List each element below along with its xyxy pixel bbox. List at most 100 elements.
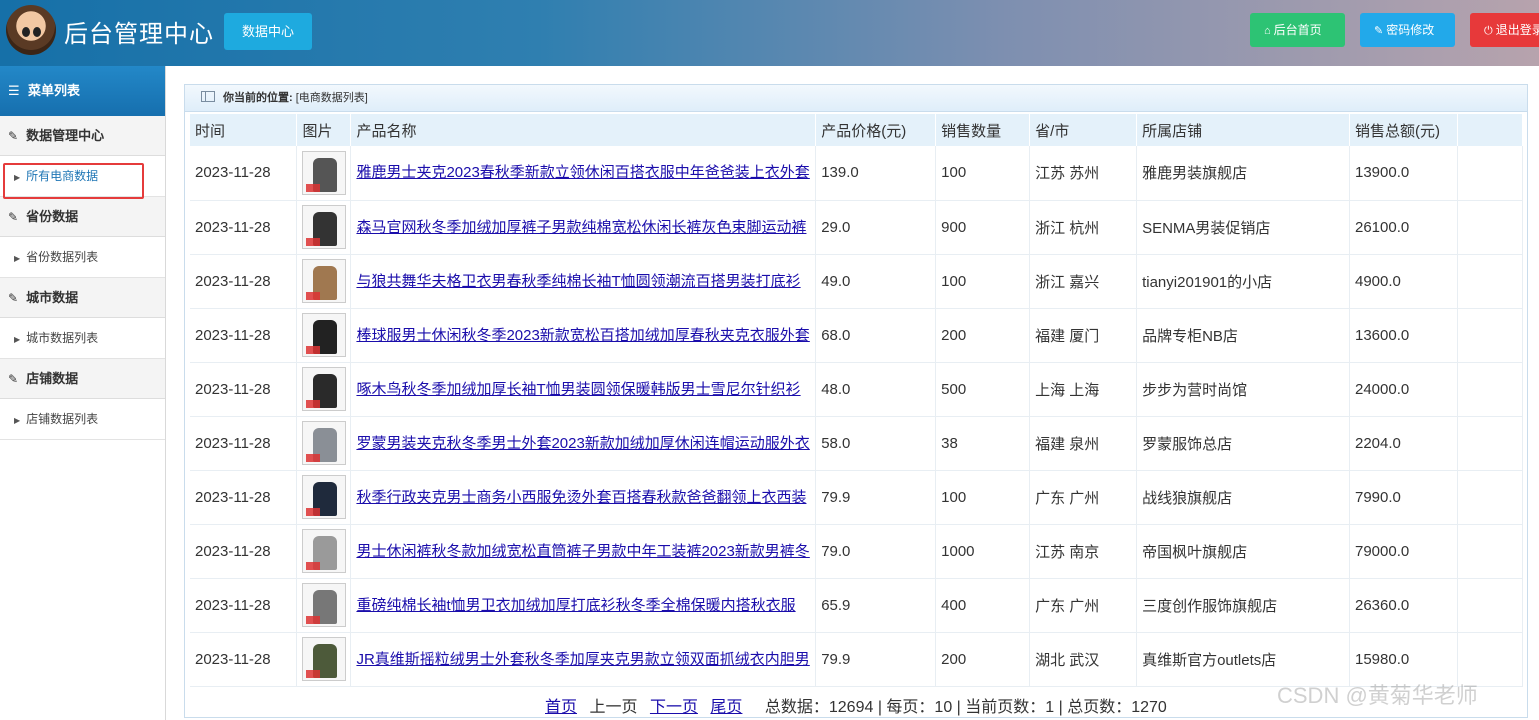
sidebar-item-city-list[interactable]: ▶ 城市数据列表: [0, 318, 165, 359]
product-thumbnail[interactable]: [302, 421, 347, 465]
wrench-icon: ✎: [1374, 25, 1384, 37]
product-name-cell[interactable]: 男士休闲裤秋冬款加绒宽松直筒裤子男款中年工装裤2023新款男裤冬: [350, 524, 817, 579]
price-cell: 139.0: [815, 146, 937, 201]
edit-icon: ✎: [8, 291, 19, 305]
list-icon: ☰: [8, 83, 20, 98]
image-cell: [296, 578, 352, 633]
product-thumbnail[interactable]: [302, 313, 347, 357]
caret-right-icon: ▶: [14, 335, 21, 344]
product-name-cell[interactable]: 重磅纯棉长袖t恤男卫衣加绒加厚打底衫秋冬季全棉保暖内搭秋衣服: [350, 578, 817, 633]
product-link[interactable]: 重磅纯棉长袖t恤男卫衣加绒加厚打底衫秋冬季全棉保暖内搭秋衣服: [356, 595, 815, 616]
product-link[interactable]: 与狼共舞华夫格卫衣男春秋季纯棉长袖T恤圆领潮流百搭男装打底衫: [356, 271, 815, 292]
product-thumbnail[interactable]: [302, 637, 347, 681]
price-cell: 49.0: [815, 254, 937, 309]
product-name-cell[interactable]: 森马官网秋冬季加绒加厚裤子男款纯棉宽松休闲长裤灰色束脚运动裤: [350, 200, 817, 255]
product-thumbnail[interactable]: [302, 583, 347, 627]
table-row: 2023-11-28 森马官网秋冬季加绒加厚裤子男款纯棉宽松休闲长裤灰色束脚运动裤…: [190, 200, 1524, 255]
date-cell: 2023-11-28: [190, 632, 298, 687]
product-thumbnail[interactable]: [302, 259, 347, 303]
region-cell: 福建 厦门: [1029, 308, 1138, 363]
product-link[interactable]: 罗蒙男装夹克秋冬季男士外套2023新款加绒加厚休闲连帽运动服外衣: [356, 433, 815, 454]
price-cell: 58.0: [815, 416, 937, 471]
table-row: 2023-11-28 啄木鸟秋冬季加绒加厚长袖T恤男装圆领保暖韩版男士雪尼尔针织衫…: [190, 362, 1524, 417]
last-page-link[interactable]: 尾页: [710, 699, 742, 716]
product-name-cell[interactable]: 啄木鸟秋冬季加绒加厚长袖T恤男装圆领保暖韩版男士雪尼尔针织衫: [350, 362, 817, 417]
total-cell: 24000.0: [1349, 362, 1458, 417]
table-header-row: 时间 图片 产品名称 产品价格(元) 销售数量 省/市 所属店铺 销售总额(元): [190, 114, 1524, 146]
product-link[interactable]: 棒球服男士休闲秋冬季2023新款宽松百搭加绒加厚春秋夹克衣服外套: [356, 325, 815, 346]
price-cell: 79.0: [815, 524, 937, 579]
region-cell: 广东 广州: [1029, 578, 1138, 633]
power-icon: ⏻: [1484, 25, 1493, 37]
shop-cell: 战线狼旗舰店: [1136, 470, 1350, 525]
product-thumbnail[interactable]: [302, 150, 347, 195]
image-cell: [296, 254, 352, 309]
table-row: 2023-11-28 罗蒙男装夹克秋冬季男士外套2023新款加绒加厚休闲连帽运动服…: [190, 416, 1524, 471]
product-link[interactable]: 森马官网秋冬季加绒加厚裤子男款纯棉宽松休闲长裤灰色束脚运动裤: [356, 217, 815, 238]
product-link[interactable]: 啄木鸟秋冬季加绒加厚长袖T恤男装圆领保暖韩版男士雪尼尔针织衫: [356, 379, 815, 400]
logout-button[interactable]: ⏻ 退出登录: [1470, 13, 1539, 47]
shop-cell: 步步为营时尚馆: [1136, 362, 1350, 417]
total-cell: 13900.0: [1349, 146, 1458, 201]
product-link[interactable]: JR真维斯摇粒绒男士外套秋冬季加厚夹克男款立领双面抓绒衣内胆男: [356, 649, 815, 670]
product-name-cell[interactable]: 秋季行政夹克男士商务小西服免烫外套百搭春秋款爸爸翻领上衣西装: [350, 470, 817, 525]
column-header: 销售数量: [935, 114, 1031, 146]
date-cell: 2023-11-28: [190, 416, 298, 471]
product-link[interactable]: 男士休闲裤秋冬款加绒宽松直筒裤子男款中年工装裤2023新款男裤冬: [356, 541, 815, 562]
product-thumbnail[interactable]: [302, 529, 347, 573]
total-cell: 26360.0: [1349, 578, 1458, 633]
menu-title: ☰ 菜单列表: [0, 66, 165, 116]
image-cell: [296, 200, 352, 255]
quantity-cell: 1000: [935, 524, 1031, 579]
product-thumbnail[interactable]: [302, 367, 347, 411]
product-name-cell[interactable]: 罗蒙男装夹克秋冬季男士外套2023新款加绒加厚休闲连帽运动服外衣: [350, 416, 817, 471]
next-page-link[interactable]: 下一页: [650, 699, 698, 716]
region-cell: 浙江 嘉兴: [1029, 254, 1138, 309]
sidebar-group-city[interactable]: ✎ 城市数据: [0, 278, 165, 318]
sidebar-group-data-center[interactable]: ✎ 数据管理中心: [0, 116, 165, 156]
shop-cell: 罗蒙服饰总店: [1136, 416, 1350, 471]
watermark: CSDN @黄菊华老师: [1277, 683, 1478, 708]
quantity-cell: 400: [935, 578, 1031, 633]
quantity-cell: 100: [935, 146, 1031, 201]
sidebar: ☰ 菜单列表 ✎ 数据管理中心 ▶ 所有电商数据 ✎ 省份数据 ▶ 省份数据列表 ✎ 城市数…: [0, 66, 166, 720]
sidebar-item-province-list[interactable]: ▶ 省份数据列表: [0, 237, 165, 278]
image-cell: [296, 524, 352, 579]
layout-icon: [201, 91, 215, 102]
region-cell: 广东 广州: [1029, 470, 1138, 525]
product-name-cell[interactable]: 雅鹿男士夹克2023春秋季新款立领休闲百搭衣服中年爸爸装上衣外套: [350, 146, 817, 201]
product-name-cell[interactable]: 与狼共舞华夫格卫衣男春秋季纯棉长袖T恤圆领潮流百搭男装打底衫: [350, 254, 817, 309]
price-cell: 79.9: [815, 632, 937, 687]
product-name-cell[interactable]: 棒球服男士休闲秋冬季2023新款宽松百搭加绒加厚春秋夹克衣服外套: [350, 308, 817, 363]
first-page-link[interactable]: 首页: [545, 699, 577, 716]
product-link[interactable]: 雅鹿男士夹克2023春秋季新款立领休闲百搭衣服中年爸爸装上衣外套: [356, 162, 815, 183]
caret-right-icon: ▶: [14, 254, 21, 263]
image-cell: [296, 470, 352, 525]
price-cell: 29.0: [815, 200, 937, 255]
quantity-cell: 38: [935, 416, 1031, 471]
column-header: 省/市: [1029, 114, 1138, 146]
price-cell: 79.9: [815, 470, 937, 525]
sidebar-item-shop-list[interactable]: ▶ 店铺数据列表: [0, 399, 165, 440]
sidebar-group-province[interactable]: ✎ 省份数据: [0, 197, 165, 237]
product-name-cell[interactable]: JR真维斯摇粒绒男士外套秋冬季加厚夹克男款立领双面抓绒衣内胆男: [350, 632, 817, 687]
product-link[interactable]: 秋季行政夹克男士商务小西服免烫外套百搭春秋款爸爸翻领上衣西装: [356, 487, 815, 508]
data-center-button[interactable]: 数据中心: [224, 13, 312, 50]
edit-icon: ✎: [8, 372, 19, 386]
total-cell: 7990.0: [1349, 470, 1458, 525]
product-thumbnail[interactable]: [302, 475, 347, 519]
quantity-cell: 100: [935, 470, 1031, 525]
column-header: 时间: [190, 114, 298, 146]
quantity-cell: 900: [935, 200, 1031, 255]
content-panel: 你当前的位置: [电商数据列表] 时间 图片 产品名称 产品价格(元) 销售数量…: [184, 84, 1528, 718]
breadcrumb: 你当前的位置: [电商数据列表]: [185, 85, 1527, 112]
product-thumbnail[interactable]: [302, 205, 347, 249]
shop-cell: 雅鹿男装旗舰店: [1136, 146, 1350, 201]
change-password-button[interactable]: ✎ 密码修改: [1360, 13, 1455, 47]
table-row: 2023-11-28 重磅纯棉长袖t恤男卫衣加绒加厚打底衫秋冬季全棉保暖内搭秋衣服…: [190, 578, 1524, 633]
admin-home-button[interactable]: ⌂ 后台首页: [1250, 13, 1345, 47]
caret-right-icon: ▶: [14, 416, 21, 425]
sidebar-group-shop[interactable]: ✎ 店铺数据: [0, 359, 165, 399]
edit-icon: ✎: [8, 129, 19, 143]
region-cell: 上海 上海: [1029, 362, 1138, 417]
